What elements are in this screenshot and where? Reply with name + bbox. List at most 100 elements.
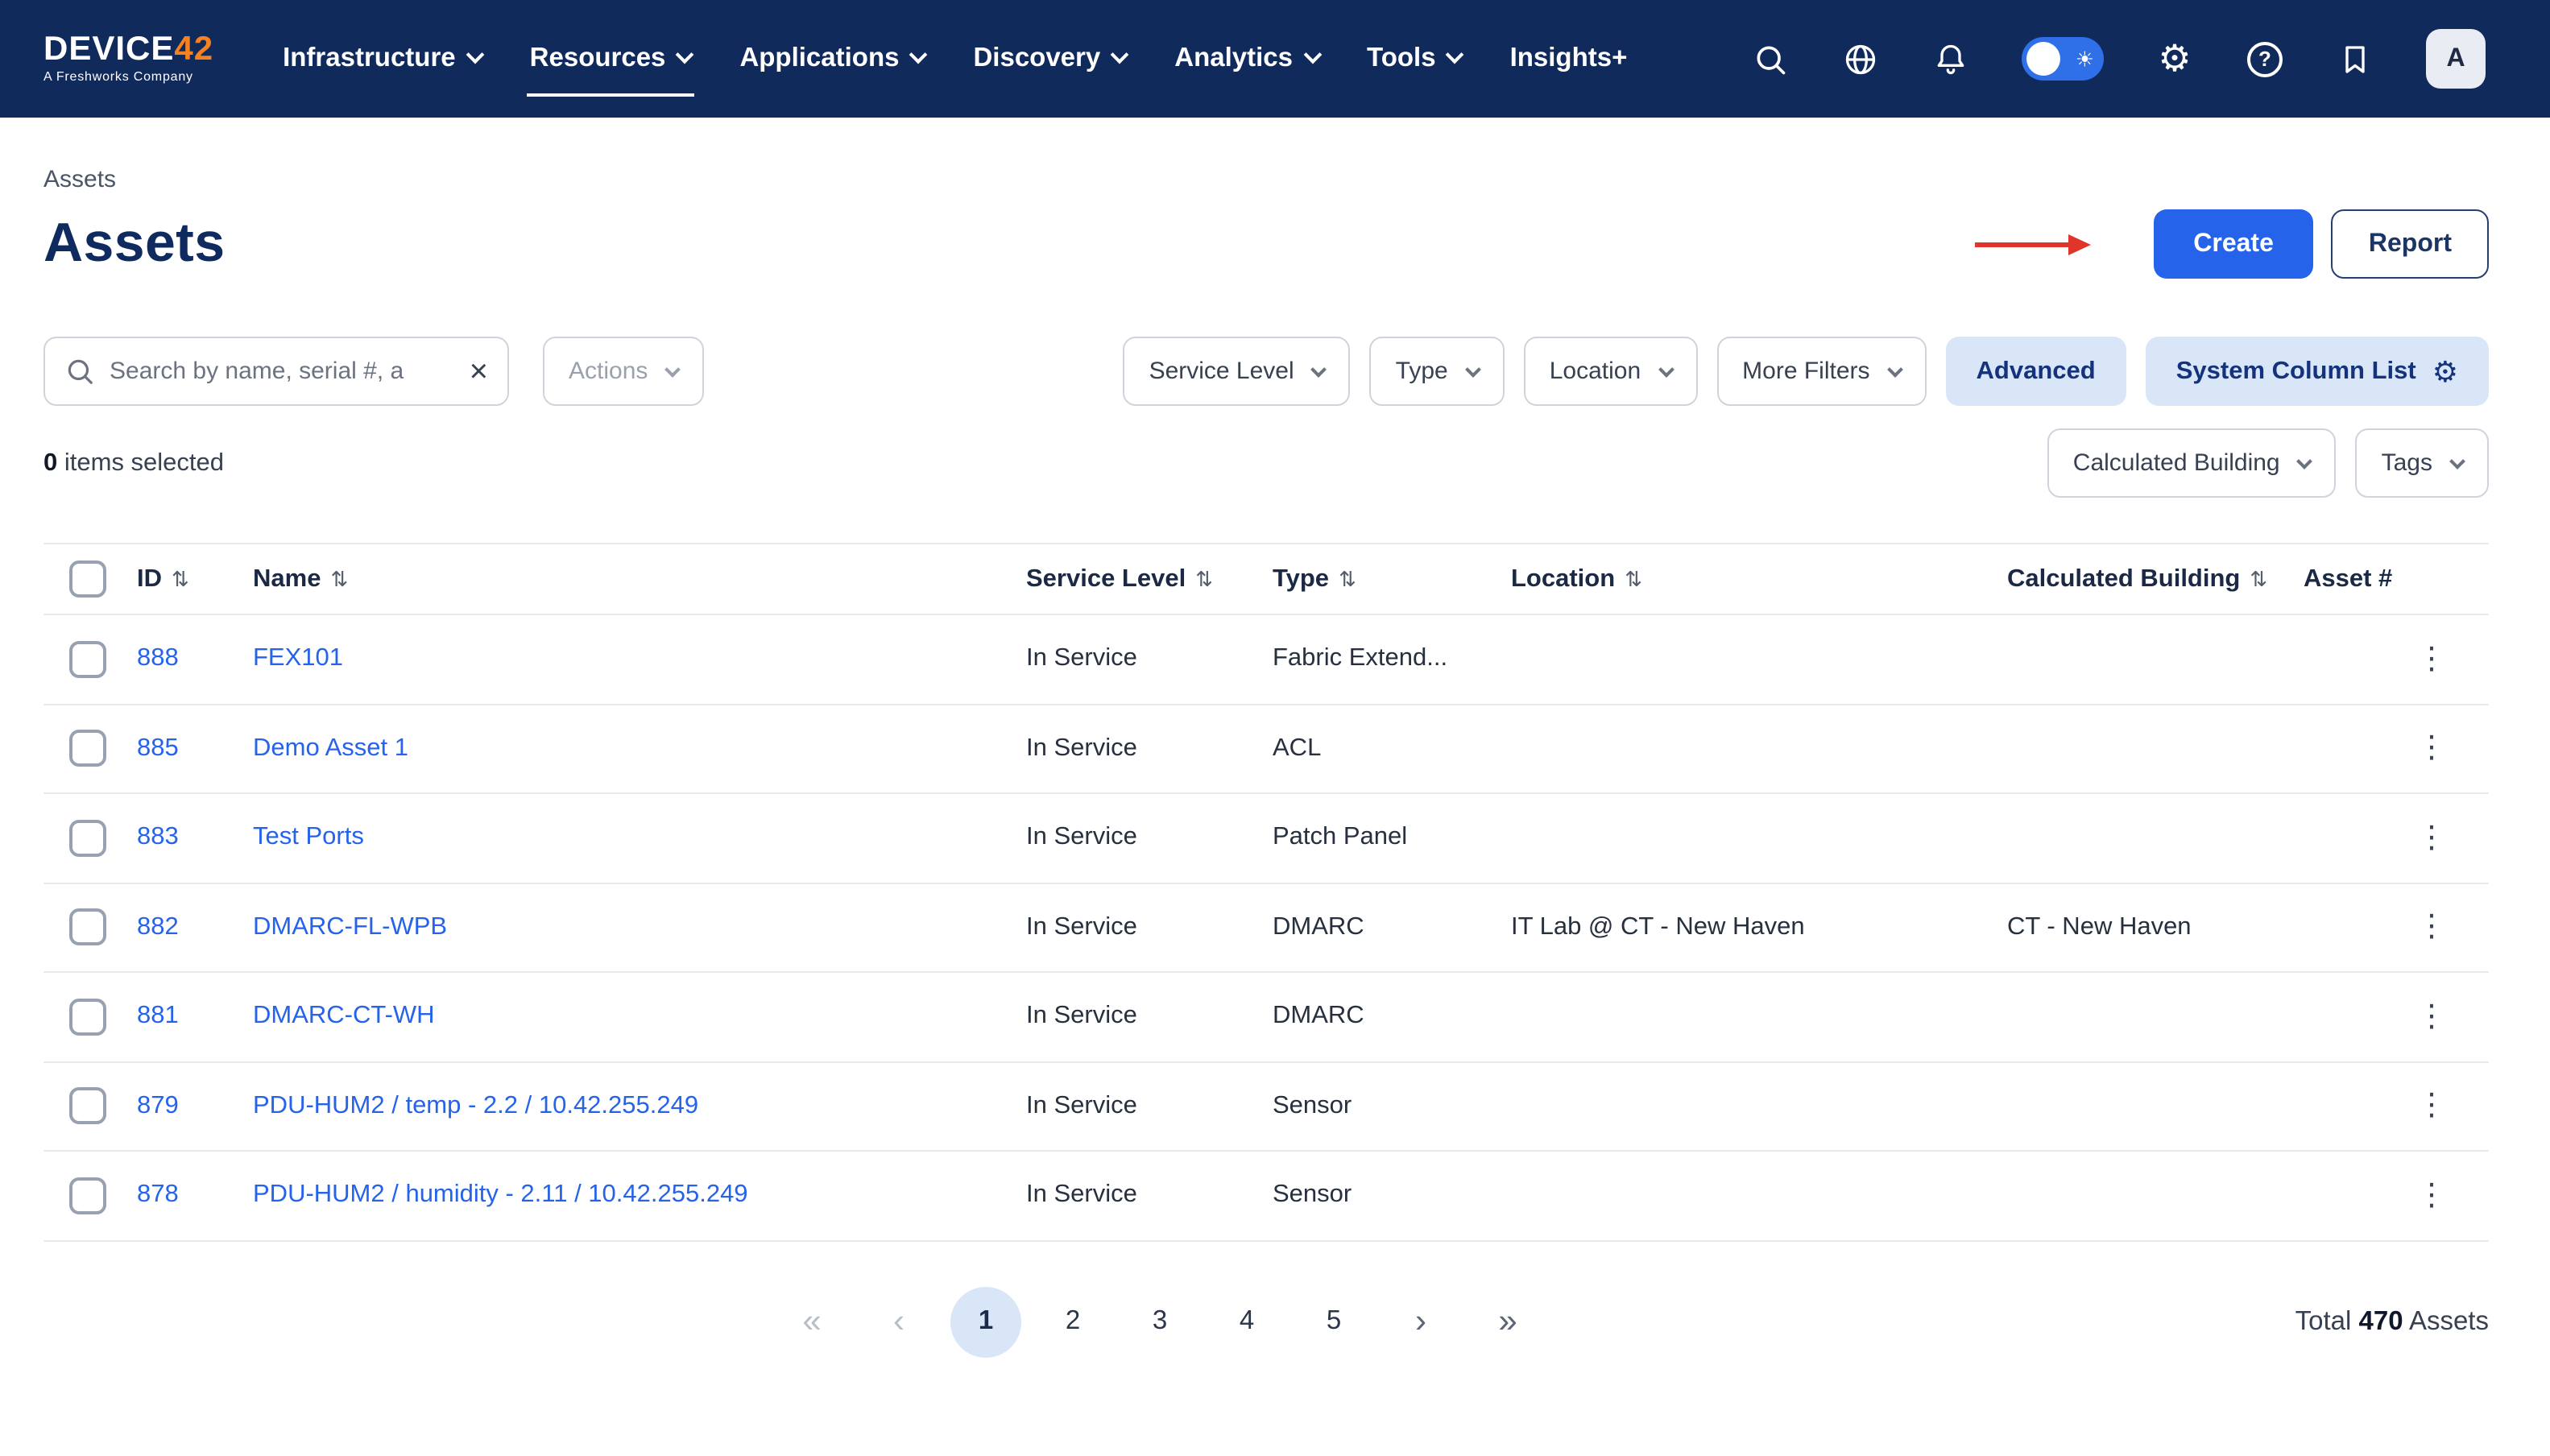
theme-toggle[interactable]: ☀: [2022, 37, 2104, 81]
column-header-location[interactable]: Location ⇅: [1511, 565, 2007, 594]
row-service-level: In Service: [1026, 824, 1273, 853]
page-button-2[interactable]: 2: [1037, 1286, 1108, 1357]
page-button-1[interactable]: 1: [950, 1286, 1021, 1357]
sort-icon[interactable]: ⇅: [1625, 566, 1642, 592]
column-header-name[interactable]: Name ⇅: [253, 565, 1026, 594]
table-row: 885 Demo Asset 1 In Service ACL ⋮: [43, 705, 2489, 794]
dropdown-label: Location: [1550, 358, 1641, 385]
row-kebab-menu-icon[interactable]: ⋮: [2410, 820, 2453, 857]
search-icon[interactable]: [1751, 39, 1790, 78]
dropdown-label: Service Level: [1149, 358, 1294, 385]
search-input[interactable]: [110, 358, 455, 385]
sun-icon: ☀: [2076, 48, 2094, 68]
row-kebab-menu-icon[interactable]: ⋮: [2410, 641, 2453, 678]
sort-icon[interactable]: ⇅: [1339, 566, 1356, 592]
row-kebab-menu-icon[interactable]: ⋮: [2410, 1177, 2453, 1214]
row-name-link[interactable]: DMARC-FL-WPB: [253, 913, 447, 941]
notifications-bell-icon[interactable]: [1931, 39, 1970, 78]
row-name-link[interactable]: FEX101: [253, 645, 343, 672]
create-button[interactable]: Create: [2153, 209, 2314, 279]
row-id-link[interactable]: 888: [137, 645, 179, 672]
globe-icon[interactable]: [1841, 39, 1880, 78]
sort-icon[interactable]: ⇅: [330, 566, 348, 592]
filter-dropdown-tags[interactable]: Tags: [2356, 428, 2489, 498]
row-checkbox[interactable]: [69, 1177, 106, 1214]
filter-dropdown-service-level[interactable]: Service Level: [1124, 337, 1351, 406]
row-type: ACL: [1273, 734, 1511, 763]
report-button[interactable]: Report: [2332, 209, 2489, 279]
row-checkbox[interactable]: [69, 1088, 106, 1125]
column-header-calculated-building[interactable]: Calculated Building ⇅: [2007, 565, 2304, 594]
nav-item-insights[interactable]: Insights+: [1486, 0, 1652, 118]
filter-dropdown-type[interactable]: Type: [1370, 337, 1505, 406]
chevron-down-icon: [1303, 46, 1322, 64]
row-checkbox-cell: [43, 1177, 137, 1214]
help-icon[interactable]: ?: [2246, 39, 2284, 78]
row-name-link[interactable]: Demo Asset 1: [253, 734, 408, 762]
page-button-4[interactable]: 4: [1211, 1286, 1282, 1357]
user-avatar[interactable]: A: [2426, 29, 2486, 89]
row-service-level: In Service: [1026, 734, 1273, 763]
filter-dropdown-location[interactable]: Location: [1524, 337, 1697, 406]
system-column-list-button[interactable]: System Column List ⚙: [2146, 337, 2489, 406]
selected-count: 0: [43, 449, 57, 476]
row-id-link[interactable]: 885: [137, 734, 179, 762]
sort-icon[interactable]: ⇅: [172, 566, 189, 592]
row-id-link[interactable]: 883: [137, 824, 179, 851]
row-kebab-menu-icon[interactable]: ⋮: [2410, 909, 2453, 946]
row-id-link[interactable]: 879: [137, 1092, 179, 1119]
select-all-checkbox[interactable]: [69, 560, 106, 598]
device42-logo[interactable]: DEVICE42 A Freshworks Company: [43, 33, 213, 85]
row-id-link[interactable]: 881: [137, 1003, 179, 1030]
row-checkbox[interactable]: [69, 730, 106, 767]
sort-icon[interactable]: ⇅: [1195, 566, 1213, 592]
row-id-link[interactable]: 878: [137, 1181, 179, 1209]
row-kebab-menu-icon[interactable]: ⋮: [2410, 1088, 2453, 1125]
nav-item-tools[interactable]: Tools: [1343, 0, 1486, 118]
row-checkbox[interactable]: [69, 641, 106, 678]
bookmark-icon[interactable]: [2336, 39, 2374, 78]
next-page-button[interactable]: ›: [1385, 1286, 1456, 1357]
column-label: ID: [137, 565, 162, 594]
nav-item-analytics[interactable]: Analytics: [1150, 0, 1343, 118]
row-type: Sensor: [1273, 1092, 1511, 1121]
dropdown-label: More Filters: [1742, 358, 1869, 385]
column-header-asset[interactable]: Asset #: [2304, 565, 2408, 594]
page-button-3[interactable]: 3: [1124, 1286, 1195, 1357]
row-kebab-menu-icon[interactable]: ⋮: [2410, 730, 2453, 767]
row-checkbox[interactable]: [69, 820, 106, 857]
row-checkbox[interactable]: [69, 999, 106, 1036]
nav-item-applications[interactable]: Applications: [715, 0, 949, 118]
nav-item-resources[interactable]: Resources: [506, 0, 716, 118]
search-box[interactable]: ×: [43, 337, 509, 406]
secondary-cluster: Calculated Building Tags: [2047, 428, 2489, 498]
advanced-button[interactable]: Advanced: [1946, 337, 2126, 406]
clear-search-icon[interactable]: ×: [470, 355, 488, 387]
page-button-5[interactable]: 5: [1298, 1286, 1369, 1357]
row-name-link[interactable]: PDU-HUM2 / temp - 2.2 / 10.42.255.249: [253, 1092, 698, 1119]
filter-dropdown-calculated-building[interactable]: Calculated Building: [2047, 428, 2337, 498]
row-calculated-building: CT - New Haven: [2007, 913, 2304, 942]
row-name-link[interactable]: Test Ports: [253, 824, 364, 851]
sort-icon[interactable]: ⇅: [2250, 566, 2267, 592]
row-name-link[interactable]: PDU-HUM2 / humidity - 2.11 / 10.42.255.2…: [253, 1181, 748, 1209]
column-header-service-level[interactable]: Service Level ⇅: [1026, 565, 1273, 594]
toggle-knob-icon: [2026, 42, 2060, 76]
previous-page-button[interactable]: ‹: [863, 1286, 934, 1357]
row-id-link[interactable]: 882: [137, 913, 179, 941]
actions-dropdown[interactable]: Actions: [543, 337, 704, 406]
first-page-button[interactable]: «: [776, 1286, 847, 1357]
breadcrumb[interactable]: Assets: [43, 166, 2489, 193]
column-header-id[interactable]: ID ⇅: [137, 565, 253, 594]
row-kebab-menu-icon[interactable]: ⋮: [2410, 999, 2453, 1036]
column-header-type[interactable]: Type ⇅: [1273, 565, 1511, 594]
last-page-button[interactable]: »: [1472, 1286, 1543, 1357]
filter-dropdown-more-filters[interactable]: More Filters: [1716, 337, 1926, 406]
row-checkbox[interactable]: [69, 909, 106, 946]
settings-gear-icon[interactable]: ⚙: [2155, 39, 2194, 78]
assets-table: ID ⇅ Name ⇅ Service Level ⇅ Type ⇅ Locat…: [43, 543, 2489, 1241]
row-name-link[interactable]: DMARC-CT-WH: [253, 1003, 435, 1030]
row-service-level: In Service: [1026, 1092, 1273, 1121]
nav-item-discovery[interactable]: Discovery: [949, 0, 1150, 118]
nav-item-infrastructure[interactable]: Infrastructure: [259, 0, 506, 118]
